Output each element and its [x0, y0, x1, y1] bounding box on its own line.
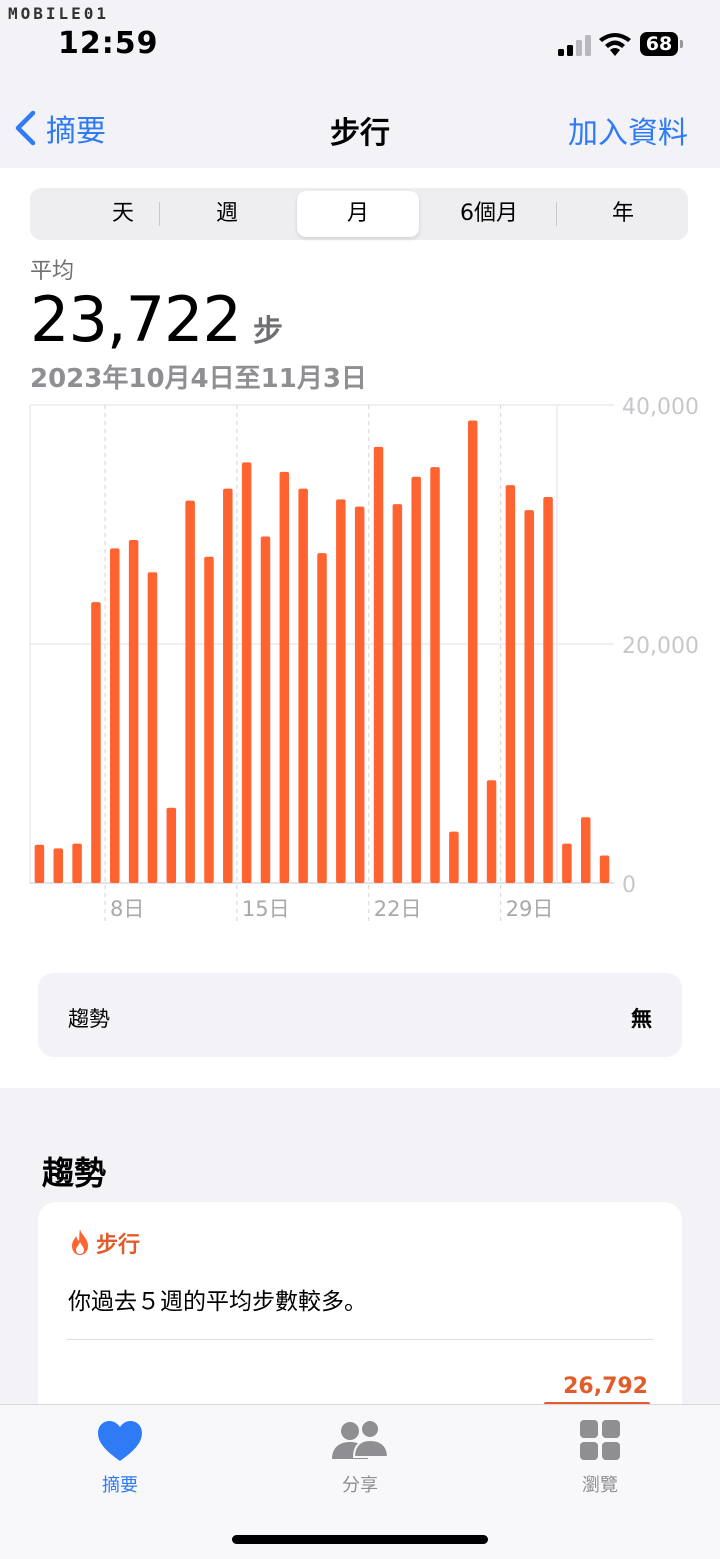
status-bar: MOBILE01 12:59 68 [0, 0, 720, 80]
trend-card-text: 你過去５週的平均步數較多。 [68, 1289, 367, 1315]
chart-bar [185, 500, 195, 883]
people-icon [332, 1419, 390, 1459]
chart-bar [336, 499, 346, 883]
chart-bar [505, 485, 516, 883]
steps-bar-chart[interactable]: 40,000 20,000 0 8日 15日 22日 29日 [0, 395, 720, 925]
status-time: 12:59 [58, 26, 159, 61]
segment-week[interactable]: 週 [166, 191, 288, 237]
back-button-label: 摘要 [46, 114, 106, 149]
chart-bar [147, 572, 158, 883]
chart-bar [128, 540, 139, 883]
chart-bar [72, 843, 82, 883]
chart-bar [524, 510, 534, 883]
chart-bar [562, 843, 572, 883]
add-data-button[interactable]: 加入資料 [568, 108, 688, 152]
chart-bar [543, 497, 553, 883]
watermark: MOBILE01 [8, 4, 110, 23]
trend-card-category: 步行 [96, 1233, 141, 1258]
chart-bar [317, 553, 327, 883]
heart-icon [98, 1421, 142, 1461]
navigation-bar: 摘要 步行 加入資料 [0, 80, 720, 168]
chart-bar [354, 506, 365, 883]
x-tick-label: 8日 [110, 897, 144, 921]
battery-level: 68 [640, 32, 678, 56]
chart-bar [411, 476, 421, 883]
wifi-icon [599, 33, 631, 56]
chevron-left-icon [15, 110, 36, 146]
segment-year[interactable]: 年 [562, 191, 684, 237]
date-range: 2023年10月4日至11月3日 [30, 364, 367, 394]
chart-bar [467, 420, 478, 883]
chart-bar [91, 602, 101, 883]
chart-bar [241, 462, 252, 883]
flame-icon [72, 1229, 88, 1255]
x-tick-label: 22日 [374, 897, 422, 921]
chart-bar [298, 488, 308, 883]
tab-summary[interactable]: 摘要 [60, 1419, 180, 1497]
divider [66, 1339, 654, 1340]
chart-bar [110, 548, 120, 883]
segment-month[interactable]: 月 [297, 191, 419, 237]
chart-bar [34, 844, 45, 883]
y-tick-label: 20,000 [622, 634, 699, 659]
tab-browse[interactable]: 瀏覽 [540, 1419, 660, 1497]
battery-icon: 68 [640, 32, 684, 58]
cellular-signal-icon [558, 35, 591, 56]
chart-bar [486, 780, 497, 883]
chart-bar [449, 831, 459, 883]
chart-bar [223, 488, 233, 883]
average-value-group: 23,722 步 [30, 283, 283, 356]
chart-bar [204, 556, 214, 883]
trends-section-title: 趨勢 [42, 1154, 107, 1192]
average-label: 平均 [30, 259, 75, 284]
segment-6-months[interactable]: 6個月 [428, 191, 550, 237]
x-tick-label: 15日 [242, 897, 290, 921]
x-tick-label: 29日 [506, 897, 554, 921]
trend-row[interactable]: 趨勢 無 [38, 973, 682, 1057]
trend-card-number: 26,792 [563, 1374, 648, 1399]
chart-bar [392, 504, 403, 883]
chart-bar [430, 467, 440, 883]
chart-bar [260, 536, 271, 883]
trend-label: 趨勢 [68, 1007, 110, 1031]
tab-browse-label: 瀏覽 [582, 1475, 618, 1496]
grid-icon [580, 1420, 620, 1460]
chart-bar [53, 848, 64, 883]
tab-sharing-label: 分享 [342, 1475, 378, 1496]
back-button[interactable]: 摘要 [14, 108, 106, 149]
chart-bar [580, 817, 591, 883]
tab-sharing[interactable]: 分享 [300, 1419, 420, 1497]
tab-summary-label: 摘要 [102, 1475, 138, 1496]
chart-bar [373, 446, 384, 883]
average-unit: 步 [252, 314, 283, 349]
y-tick-label: 40,000 [622, 395, 699, 420]
average-value: 23,722 [30, 283, 242, 356]
y-tick-label: 0 [622, 873, 636, 898]
trend-value: 無 [631, 1007, 652, 1031]
chart-bar [166, 807, 177, 883]
period-segmented-control: 天 週 月 6個月 年 [30, 188, 688, 240]
chart-bar [279, 471, 290, 883]
chart-bar [599, 855, 610, 883]
home-indicator [232, 1535, 488, 1544]
